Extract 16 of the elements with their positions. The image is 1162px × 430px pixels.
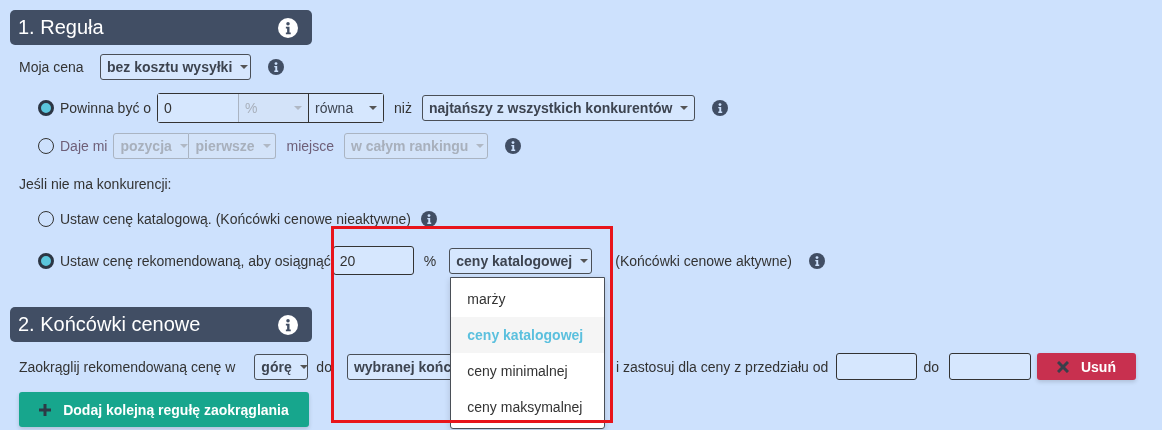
option-label: Daje mi bbox=[60, 138, 108, 154]
field-label: Moja cena bbox=[19, 59, 85, 75]
unit-label: % bbox=[423, 252, 437, 269]
field-label: Zaokrąglij rekomendowaną cenę w bbox=[19, 358, 236, 375]
text-label: do bbox=[923, 358, 939, 375]
section-label: Jeśli nie ma konkurencji: bbox=[19, 176, 172, 192]
text-label: i zastosuj dla ceny z przedziału od bbox=[615, 358, 829, 375]
option-label: Powinna być o bbox=[60, 100, 152, 116]
option-label: Ustaw cenę katalogową. (Końcówki cenowe nieaktywne) bbox=[60, 211, 411, 227]
section-title: 1. Reguła bbox=[18, 16, 104, 39]
text-label: niż bbox=[394, 100, 412, 116]
text-label: do bbox=[316, 358, 332, 375]
section-title: 2. Końcówki cenowe bbox=[18, 313, 201, 336]
text-label: miejsce bbox=[286, 138, 334, 154]
option-label: Ustaw cenę rekomendowaną, aby osiągnąć bbox=[60, 252, 331, 269]
note-text: (Końcówki cenowe aktywne) bbox=[615, 252, 792, 269]
